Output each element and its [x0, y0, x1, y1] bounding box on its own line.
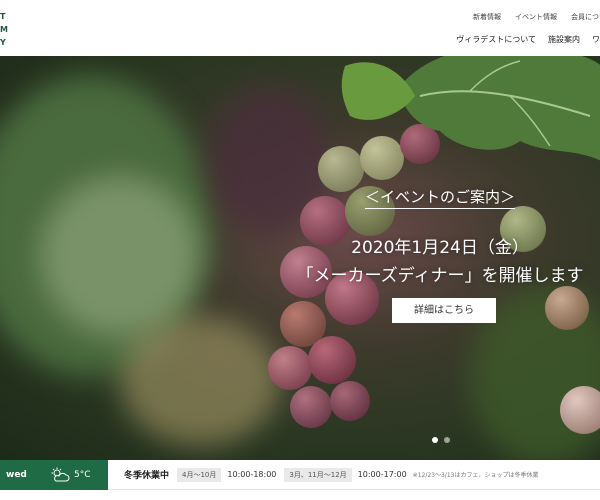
grape	[268, 346, 312, 390]
slider-pagination	[432, 437, 450, 443]
vine-leaf	[341, 62, 415, 120]
grape	[308, 336, 356, 384]
bg-foliage	[120, 316, 280, 446]
partly-cloudy-icon	[51, 467, 70, 481]
grape	[330, 381, 370, 421]
weekday-label: wed	[0, 459, 46, 490]
nav-item-facilities[interactable]: 施設案内	[548, 34, 580, 45]
hero-heading: ＜イベントのご案内＞	[364, 186, 515, 209]
logo-line: Y	[0, 38, 7, 47]
hours-time: 10:00-18:00	[227, 470, 277, 479]
weather-widget: 5°C	[46, 459, 108, 490]
nav-item-wine[interactable]: ワイ	[592, 34, 600, 45]
grape	[290, 386, 332, 428]
hours-period: 4月〜10月	[177, 467, 222, 482]
logo-line: T	[0, 12, 7, 21]
link-events[interactable]: イベント情報	[515, 12, 557, 22]
hours-time: 10:00-17:00	[357, 470, 407, 479]
grape	[560, 386, 600, 434]
site-header: T M Y 新着情報 イベント情報 会員につい ヴィラデストについて 施設案内 …	[0, 0, 600, 56]
hours-period: 3月、11月〜12月	[284, 467, 352, 482]
link-membership[interactable]: 会員につい	[571, 12, 600, 22]
grape	[545, 286, 589, 330]
closure-note: ※12/23〜3/13はカフェ、ショップは冬季休業	[412, 472, 539, 479]
slider-dot[interactable]	[444, 437, 450, 443]
nav-item-about[interactable]: ヴィラデストについて	[456, 34, 536, 45]
utility-nav: 新着情報 イベント情報 会員につい	[473, 12, 600, 22]
hero-title: 「メーカーズディナー」を開催します	[296, 266, 584, 286]
temperature: 5°C	[74, 469, 91, 480]
main-nav: ヴィラデストについて 施設案内 ワイ	[456, 34, 600, 45]
hero-date: 2020年1月24日（金）	[351, 238, 529, 258]
details-button[interactable]: 詳細はこちら	[392, 298, 496, 323]
vine-leaf	[400, 56, 600, 161]
business-status: 冬季休業中	[124, 471, 170, 481]
logo-line: M	[0, 25, 9, 34]
hero-caption: ＜イベントのご案内＞ 2020年1月24日（金） 「メーカーズディナー」を開催し…	[280, 186, 600, 286]
info-bar: wed 5°C 冬季休業中 4月〜10月 10:00-18:00 3月、11月〜…	[0, 459, 600, 490]
slider-dot[interactable]	[432, 437, 438, 443]
link-news[interactable]: 新着情報	[473, 12, 501, 22]
hero-slider[interactable]: ＜イベントのご案内＞ 2020年1月24日（金） 「メーカーズディナー」を開催し…	[0, 56, 600, 460]
site-logo[interactable]: T M Y	[0, 10, 14, 49]
bg-foliage	[40, 176, 200, 336]
